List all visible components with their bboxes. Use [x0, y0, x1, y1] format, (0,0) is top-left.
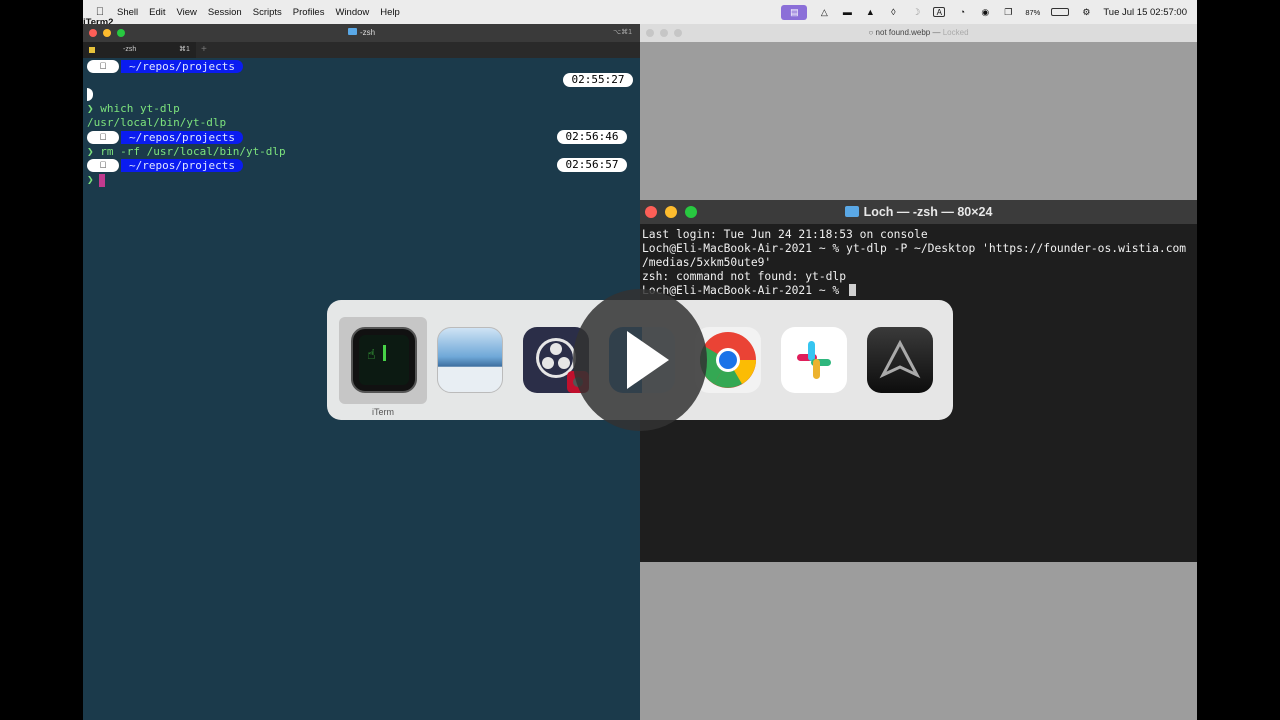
tab-zsh[interactable]: -zsh ⌘1 [83, 42, 196, 58]
battery-icon[interactable] [1051, 8, 1070, 16]
screen-capture-icon[interactable]: ▤ [781, 4, 808, 20]
terminal-line: Loch@Eli-MacBook-Air-2021 ~ % yt-dlp -P … [642, 242, 1187, 255]
switcher-app-arc[interactable] [855, 317, 943, 417]
folder-icon [347, 28, 357, 35]
terminal-output: /usr/local/bin/yt-dlp [87, 116, 227, 129]
terminal-prompt: ❯ [87, 173, 94, 186]
new-tab-button[interactable]: + [201, 42, 207, 58]
screens-icon[interactable]: ❐ [1002, 7, 1014, 17]
user-icon[interactable]: ◉ [979, 7, 991, 17]
play-button[interactable] [573, 289, 707, 431]
slack-glyph [797, 341, 831, 379]
layers-icon[interactable]: ◊ [887, 7, 899, 17]
minimize-button[interactable] [665, 206, 677, 218]
terminal-line: /medias/5xkm50ute9' [642, 256, 772, 269]
folder-icon [844, 206, 859, 217]
menu-view[interactable]: View [177, 7, 205, 18]
terminal-cursor[interactable] [849, 284, 856, 296]
terminal-cursor[interactable] [99, 174, 105, 187]
triangle-icon[interactable]: △ [818, 7, 830, 17]
prompt-path: ~/repos/projects [121, 60, 243, 73]
slack-icon [781, 327, 847, 393]
switcher-app-iterm[interactable]: ☝ iTerm [339, 317, 427, 417]
image-icon: ○ [868, 28, 876, 37]
terminal-line: Last login: Tue Jun 24 21:18:53 on conso… [642, 228, 928, 241]
prompt-time: 02:56:46 [557, 130, 627, 144]
close-button[interactable] [645, 206, 657, 218]
tab-label: -zsh [123, 46, 137, 53]
menu-shell[interactable]: Shell [117, 7, 146, 18]
minimize-button[interactable] [103, 29, 111, 37]
terminal-title: Loch — -zsh — 80×24 [863, 205, 993, 219]
terminal-line: ❯ rm -rf /usr/local/bin/yt-dlp [87, 145, 286, 158]
prompt-segment [87, 88, 93, 101]
hat-icon[interactable]: ▲ [864, 7, 876, 17]
prompt-apple-icon:  [87, 131, 119, 144]
moon-icon[interactable]: ☽ [910, 7, 922, 17]
prompt-time: 02:56:57 [557, 158, 627, 172]
svg-text:☝: ☝ [367, 347, 375, 363]
iterm-title: -zsh [359, 28, 376, 37]
preview-icon [437, 327, 503, 393]
iterm-tabbar: -zsh ⌘1 + [83, 42, 640, 58]
prompt-apple-icon:  [87, 159, 119, 172]
terminal-line: zsh: command not found: yt-dlp [642, 270, 847, 283]
terminal-line: ❯ which yt-dlp [87, 102, 180, 115]
iterm-titlebar[interactable]: -zsh ⌥⌘1 [83, 24, 640, 42]
prompt-apple-icon:  [87, 60, 119, 73]
minimize-button[interactable] [660, 29, 668, 37]
dock-icon[interactable]: ▬ [841, 7, 853, 17]
close-button[interactable] [89, 29, 97, 37]
arc-icon [867, 327, 933, 393]
battery-percent: 87% [1025, 7, 1041, 17]
input-source-icon[interactable]: A [933, 7, 946, 17]
switcher-app-preview[interactable] [425, 317, 513, 417]
menu-edit[interactable]: Edit [149, 7, 173, 18]
window-shortcut: ⌥⌘1 [613, 29, 632, 36]
menu-window[interactable]: Window [335, 7, 377, 18]
menu-clock[interactable]: Tue Jul 15 02:57:00 [1103, 7, 1187, 18]
iterm-glyph: ☝ [359, 335, 409, 385]
menu-scripts[interactable]: Scripts [253, 7, 290, 18]
switcher-label: iTerm [372, 407, 394, 417]
preview-titlebar[interactable]: ○ not found.webp — Locked [640, 24, 1197, 42]
menu-profiles[interactable]: Profiles [293, 7, 333, 18]
menu-session[interactable]: Session [208, 7, 250, 18]
arc-glyph [879, 339, 921, 379]
prompt-path: ~/repos/projects [121, 131, 243, 144]
menu-help[interactable]: Help [380, 7, 408, 18]
prompt-path: ~/repos/projects [121, 159, 243, 172]
preview-title: not found.webp [875, 28, 931, 37]
screen:  iTerm2 Shell Edit View Session Scripts… [83, 0, 1197, 720]
zoom-button[interactable] [117, 29, 125, 37]
wifi-icon[interactable]: ◔ [956, 7, 968, 17]
play-icon [627, 331, 669, 389]
prompt-time: 02:55:27 [563, 73, 633, 87]
preview-status: Locked [942, 28, 969, 37]
close-button[interactable] [646, 29, 654, 37]
zoom-button[interactable] [674, 29, 682, 37]
terminal-titlebar[interactable]: Loch — -zsh — 80×24 [640, 200, 1197, 224]
switcher-app-slack[interactable] [769, 317, 857, 417]
tab-shortcut: ⌘1 [179, 46, 190, 53]
tab-terminal-icon [89, 47, 95, 53]
control-center-icon[interactable]: ⚙ [1080, 7, 1092, 17]
menu-bar:  iTerm2 Shell Edit View Session Scripts… [83, 0, 1197, 28]
title-separator: — [930, 28, 943, 37]
zoom-button[interactable] [685, 206, 697, 218]
iterm-icon: ☝ [351, 327, 417, 393]
